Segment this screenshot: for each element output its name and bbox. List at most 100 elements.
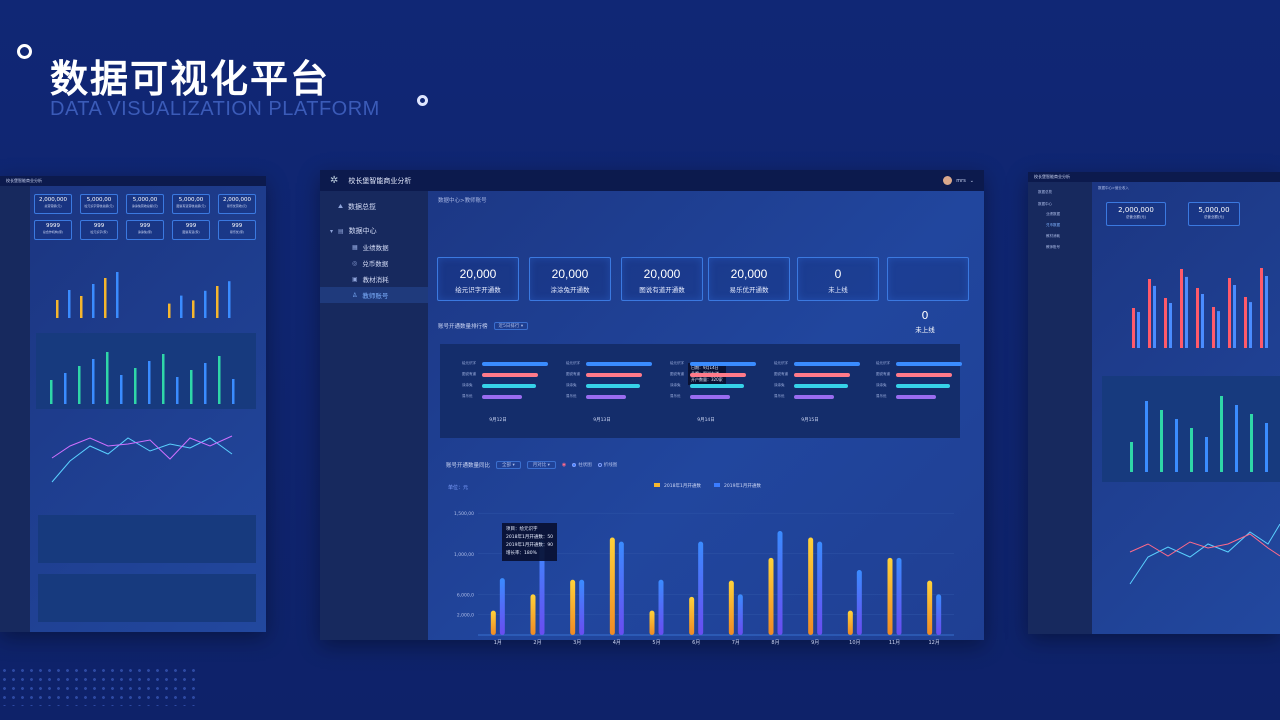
bar[interactable] [737, 594, 743, 635]
user-menu[interactable]: mrs ⌄ [943, 176, 974, 185]
rank-row-label: 易乐优 [566, 394, 577, 398]
rank-bar[interactable] [586, 361, 652, 366]
sidebar-item-performance[interactable]: ▦ 业绩数据 [320, 239, 428, 255]
rank-row-label: 易乐优 [774, 394, 785, 398]
rank-bar[interactable] [794, 361, 860, 366]
scope-select[interactable]: 全部 ▾ [496, 461, 521, 469]
preview-bar [1190, 428, 1193, 472]
app-title: 校长堡智能商业分析 [348, 176, 412, 185]
rank-bar[interactable] [690, 361, 756, 366]
sidebar-item-data-center[interactable]: ▾ ▤ 数据中心 [320, 223, 428, 239]
bar[interactable] [777, 531, 783, 635]
compare-select[interactable]: 月对比 ▾ [526, 461, 556, 469]
preview-bar [176, 377, 179, 404]
sidebar-item-materials[interactable]: ▣ 教材消耗 [320, 271, 428, 287]
x-tick-label: 3月 [573, 640, 581, 646]
rank-filter-select[interactable]: 近5日排行 ▾ [493, 322, 529, 330]
bar[interactable] [570, 579, 576, 635]
bar[interactable] [847, 610, 853, 635]
preview-bar [1160, 410, 1163, 472]
rank-bar[interactable] [482, 361, 548, 366]
preview-bar [1148, 279, 1151, 348]
preview-bar [1169, 303, 1172, 348]
bar[interactable] [579, 579, 585, 635]
rank-bar[interactable] [896, 361, 962, 366]
bar[interactable] [618, 541, 624, 635]
rank-row: 易乐优 [566, 391, 656, 402]
x-tick-label: 1月 [494, 640, 502, 646]
rank-bar[interactable] [896, 372, 952, 377]
bar[interactable] [927, 580, 933, 635]
rank-bar[interactable] [690, 372, 746, 377]
radio-bar-chart[interactable]: 柱状图 [572, 462, 592, 468]
rank-row: 图说有道 [774, 369, 864, 380]
top-bar: ✲ 校长堡智能商业分析 mrs ⌄ [320, 170, 984, 191]
preview-bar [180, 295, 183, 318]
rank-bar[interactable] [586, 383, 640, 388]
bar[interactable] [658, 579, 664, 635]
rank-row: 涂涂兔 [670, 380, 760, 391]
bar[interactable] [817, 541, 823, 635]
bar[interactable] [689, 596, 695, 635]
radio-dot-icon [572, 463, 577, 467]
compare-select-label: 月对比 [532, 463, 547, 468]
rank-bar[interactable] [794, 372, 850, 377]
preview-bar [92, 284, 95, 318]
preview-bar [1153, 285, 1156, 348]
bar[interactable] [609, 537, 615, 635]
rank-bar[interactable] [896, 394, 936, 399]
bar[interactable] [896, 557, 902, 635]
bar[interactable] [499, 578, 505, 635]
bar[interactable] [856, 570, 862, 635]
refresh-icon[interactable]: ◉ [562, 462, 566, 468]
preview-bar [1249, 302, 1252, 348]
bar[interactable] [649, 610, 655, 635]
bar[interactable] [768, 557, 774, 635]
preview-bar [1228, 278, 1231, 348]
bar[interactable] [530, 594, 536, 635]
sidebar-item-label: 业绩数据 [362, 244, 389, 252]
rank-bar[interactable] [690, 383, 744, 388]
sidebar-data-center-label: 数据中心 [348, 227, 377, 235]
rank-bar[interactable] [482, 383, 536, 388]
rank-column: 绘元识字 图说有道 涂涂兔 易乐优 [670, 358, 760, 402]
rank-bar[interactable] [896, 383, 950, 388]
bar[interactable] [728, 580, 734, 635]
bar[interactable] [887, 557, 893, 635]
sidebar-item-coins[interactable]: ◎ 兑币数据 [320, 255, 428, 271]
rank-row-label: 图说有道 [876, 372, 890, 376]
sidebar-item-overview[interactable]: ⛰ 数据总揽 [320, 199, 428, 215]
database-icon: ▤ [338, 227, 344, 235]
stat-label: 易乐优开通数 [729, 286, 769, 294]
rank-bar[interactable] [690, 394, 730, 399]
preview-bar [192, 300, 195, 318]
rank-row: 图说有道 [462, 369, 552, 380]
x-tick-label: 10月 [849, 640, 860, 646]
preview-bar [218, 356, 221, 404]
rank-bar[interactable] [586, 372, 642, 377]
rank-bar[interactable] [794, 383, 848, 388]
radio-line-chart[interactable]: 折线图 [597, 462, 617, 468]
rank-row-label: 涂涂兔 [462, 383, 473, 387]
rank-bar[interactable] [794, 394, 834, 399]
chart-toolbar: 账号开通数量同比 全部 ▾ 月对比 ▾ ◉ 柱状图 折线图 [446, 461, 617, 469]
chevron-down-icon: ▾ [330, 227, 334, 235]
stat-value: 20,000 [730, 267, 768, 281]
sidebar-item-teacher-accounts[interactable]: ♙ 教师账号 [320, 287, 428, 303]
preview-bar [106, 352, 109, 404]
rank-bar[interactable] [482, 394, 522, 399]
legend-label: 2018年1月开通数 [664, 482, 701, 489]
preview-bar [1201, 294, 1204, 348]
bar[interactable] [808, 537, 814, 635]
rank-row: 图说有道 [670, 369, 760, 380]
rank-row: 绘元识字 [774, 358, 864, 369]
rank-column: 绘元识字 图说有道 涂涂兔 易乐优 [566, 358, 656, 402]
rank-row: 绘元识字 [876, 358, 966, 369]
rank-bar[interactable] [586, 394, 626, 399]
x-tick-label: 2月 [533, 640, 541, 646]
bar[interactable] [936, 594, 942, 635]
bar[interactable] [698, 541, 704, 635]
bar[interactable] [490, 610, 496, 635]
stat-card-1: 20,000 涂涂兔开通数 [529, 257, 611, 301]
rank-bar[interactable] [482, 372, 538, 377]
